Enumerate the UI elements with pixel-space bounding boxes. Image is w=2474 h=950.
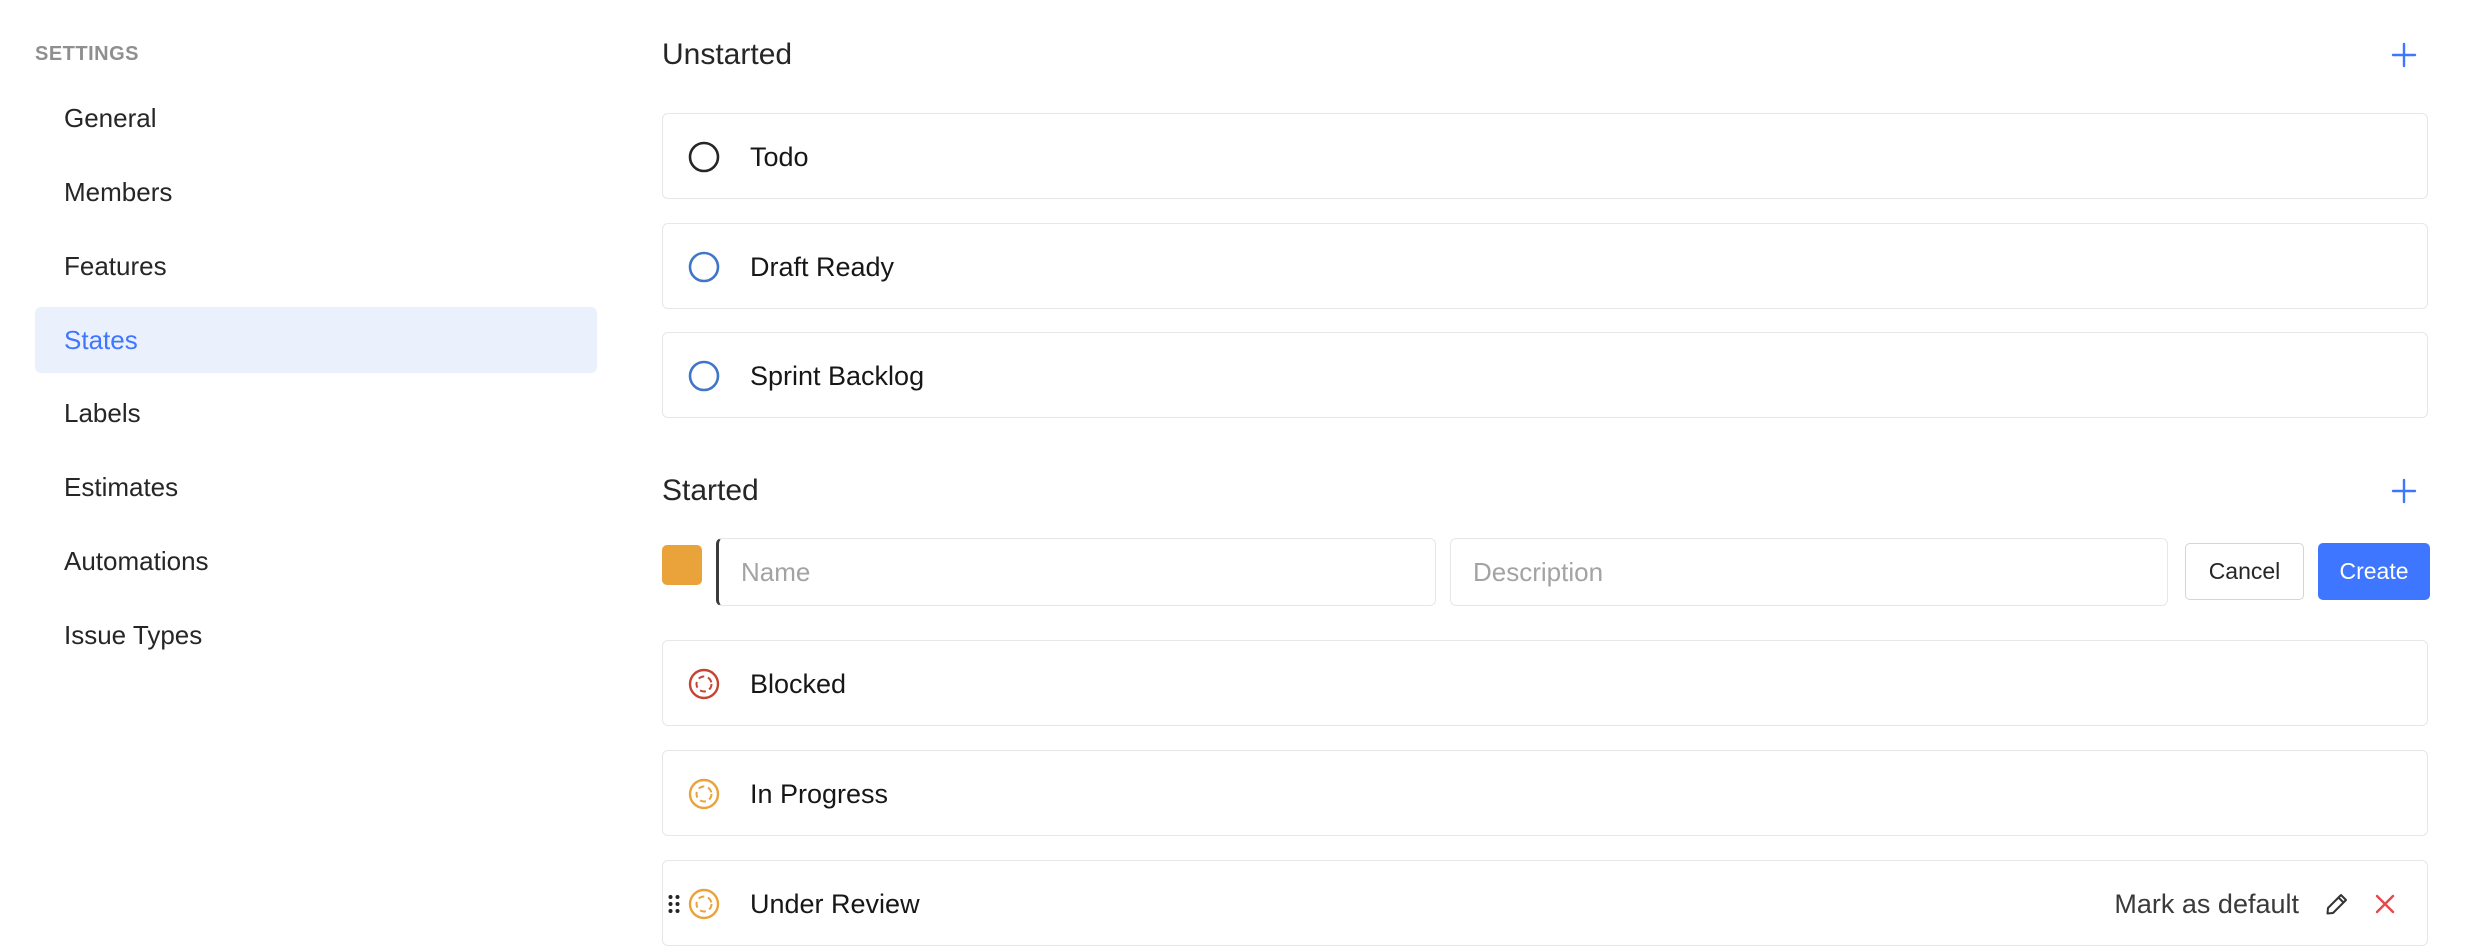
sidebar-item-automations[interactable]: Automations	[35, 528, 597, 594]
sidebar-item-states[interactable]: States	[35, 307, 597, 373]
state-description-input[interactable]	[1450, 538, 2168, 606]
sidebar-item-estimates[interactable]: Estimates	[35, 454, 597, 520]
state-row-under-review[interactable]: Under Review Mark as default	[662, 860, 2428, 946]
circle-outline-icon	[688, 141, 720, 173]
sidebar-heading: SETTINGS	[35, 43, 140, 65]
dashed-circle-icon	[688, 668, 720, 700]
plus-icon	[2391, 478, 2417, 504]
dashed-circle-icon	[688, 888, 720, 920]
sidebar-item-label: Automations	[64, 545, 209, 576]
settings-sidebar: SETTINGS General Members Features States…	[35, 0, 597, 950]
sidebar-item-label: General	[64, 102, 157, 133]
state-name: Under Review	[750, 888, 920, 919]
sidebar-item-members[interactable]: Members	[35, 159, 597, 225]
drag-handle-icon[interactable]	[667, 894, 681, 914]
state-row-blocked[interactable]: Blocked	[662, 640, 2428, 726]
state-row-draft-ready[interactable]: Draft Ready	[662, 223, 2428, 309]
add-unstarted-state-button[interactable]	[2388, 39, 2420, 71]
close-icon	[2375, 894, 2395, 914]
state-row-actions: Mark as default	[2114, 861, 2399, 947]
sidebar-item-labels[interactable]: Labels	[35, 380, 597, 446]
cancel-button[interactable]: Cancel	[2185, 543, 2304, 600]
delete-state-button[interactable]	[2371, 890, 2399, 918]
sidebar-item-label: States	[64, 324, 138, 355]
create-button[interactable]: Create	[2318, 543, 2430, 600]
add-started-state-button[interactable]	[2388, 475, 2420, 507]
edit-state-button[interactable]	[2323, 890, 2351, 918]
state-name: In Progress	[750, 778, 889, 809]
mark-as-default-button[interactable]: Mark as default	[2114, 889, 2299, 920]
state-row-todo[interactable]: Todo	[662, 113, 2428, 199]
state-name-input[interactable]	[716, 538, 1436, 606]
sidebar-item-label: Features	[64, 250, 167, 281]
dashed-circle-icon	[688, 778, 720, 810]
group-title-unstarted: Unstarted	[662, 38, 793, 71]
state-name: Draft Ready	[750, 251, 895, 282]
circle-outline-icon	[688, 251, 720, 283]
sidebar-item-label: Estimates	[64, 471, 179, 502]
sidebar-item-label: Issue Types	[64, 619, 203, 650]
sidebar-item-label: Labels	[64, 397, 141, 428]
state-row-in-progress[interactable]: In Progress	[662, 750, 2428, 836]
sidebar-item-label: Members	[64, 176, 173, 207]
plus-icon	[2391, 42, 2417, 68]
state-name: Blocked	[750, 668, 847, 699]
sidebar-item-features[interactable]: Features	[35, 233, 597, 299]
sidebar-item-issue-types[interactable]: Issue Types	[35, 602, 597, 668]
state-name: Sprint Backlog	[750, 360, 925, 391]
state-color-picker[interactable]	[662, 545, 702, 585]
group-title-started: Started	[662, 474, 759, 507]
pencil-icon	[2326, 894, 2347, 915]
state-name: Todo	[750, 141, 809, 172]
circle-outline-icon	[688, 360, 720, 392]
sidebar-item-general[interactable]: General	[35, 85, 597, 151]
state-row-sprint-backlog[interactable]: Sprint Backlog	[662, 332, 2428, 418]
